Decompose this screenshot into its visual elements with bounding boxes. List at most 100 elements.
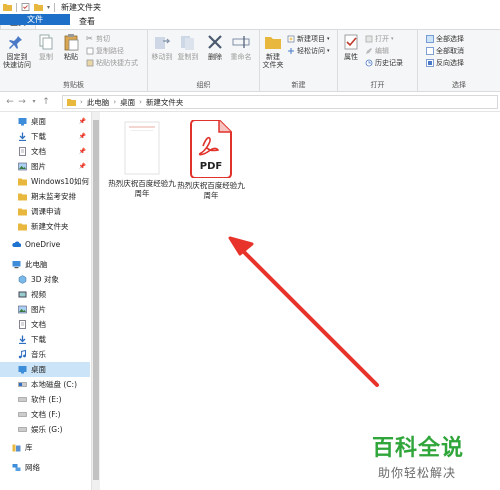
sidebar-item-folder[interactable]: 调课申请 — [0, 204, 90, 219]
properties-button[interactable]: 属性 — [341, 33, 361, 61]
sidebar-item-label: OneDrive — [25, 240, 61, 249]
drive-icon — [18, 412, 27, 417]
pin-icon: 📌 — [78, 148, 86, 155]
chevron-down-icon: ▾ — [327, 36, 330, 42]
sidebar-item-drive-e[interactable]: 软件 (E:) — [0, 392, 90, 407]
sidebar-item-onedrive[interactable]: OneDrive — [0, 237, 90, 252]
address-bar[interactable]: › 此电脑 › 桌面 › 新建文件夹 — [62, 95, 498, 109]
paste-shortcut-button[interactable]: 粘贴快捷方式 — [86, 58, 138, 68]
breadcrumb-new-folder[interactable]: 新建文件夹 — [146, 97, 184, 108]
folder-icon — [3, 4, 12, 11]
sidebar-item-documents-pinned[interactable]: 文档 📌 — [0, 144, 90, 159]
copy-path-button[interactable]: 复制路径 — [86, 46, 124, 56]
sidebar-item-pictures[interactable]: 图片 — [0, 302, 90, 317]
window-title: 新建文件夹 — [61, 2, 102, 12]
sidebar-item-documents[interactable]: 文档 — [0, 317, 90, 332]
recent-locations-icon[interactable]: ▾ — [28, 98, 40, 105]
scrollbar-thumb[interactable] — [93, 120, 99, 480]
breadcrumb-this-pc[interactable]: 此电脑 — [87, 97, 110, 108]
sidebar-item-desktop-pinned[interactable]: 桌面 📌 — [0, 114, 90, 129]
tab-file[interactable]: 文件 — [0, 14, 70, 25]
easy-access-label: 轻松访问 — [297, 47, 325, 55]
sidebar-item-folder[interactable]: 新建文件夹 — [0, 219, 90, 234]
file-item-document[interactable]: 热烈庆祝百度经验九周年 — [107, 120, 177, 199]
organize-group: 移动到 复制到 删除 重命名 组织 — [148, 30, 260, 92]
invert-selection-button[interactable]: 反向选择 — [426, 58, 464, 68]
sidebar-item-label: 桌面 — [31, 117, 46, 126]
download-icon — [19, 335, 26, 344]
edit-button[interactable]: 编辑 — [365, 46, 389, 56]
new-folder-button[interactable]: 新建 文件夹 — [262, 33, 284, 69]
sidebar-item-label: 文档 — [31, 320, 46, 329]
cut-button[interactable]: ✂ 剪切 — [86, 34, 110, 44]
back-arrow-icon[interactable]: ← — [4, 97, 16, 107]
copy-label: 复制 — [39, 53, 53, 61]
pin-quick-access-button[interactable]: 固定到 快速访问 — [3, 33, 31, 69]
sidebar-scrollbar[interactable] — [91, 112, 100, 490]
breadcrumb-separator-icon: › — [139, 98, 142, 106]
sidebar-item-label: Windows10如何 — [31, 177, 90, 186]
paste-shortcut-icon — [86, 59, 94, 67]
drive-icon — [18, 382, 27, 387]
select-all-button[interactable]: 全部选择 — [426, 34, 464, 44]
pictures-icon — [18, 305, 27, 314]
sidebar-item-drive-c[interactable]: 本地磁盘 (C:) — [0, 377, 90, 392]
pin-icon: 📌 — [78, 163, 86, 170]
folder-icon — [67, 99, 76, 106]
easy-access-button[interactable]: 轻松访问 ▾ — [287, 46, 330, 56]
move-to-button[interactable]: 移动到 — [150, 33, 174, 61]
paste-label: 粘贴 — [64, 53, 78, 61]
sidebar-item-3d-objects[interactable]: 3D 对象 — [0, 272, 90, 287]
sidebar-item-drive-g[interactable]: 娱乐 (G:) — [0, 422, 90, 437]
edit-label: 编辑 — [375, 47, 389, 55]
invert-selection-icon — [426, 59, 434, 67]
sidebar-item-label: 库 — [25, 443, 33, 452]
rename-button[interactable]: 重命名 — [228, 33, 254, 61]
sidebar-item-downloads-pinned[interactable]: 下载 📌 — [0, 129, 90, 144]
open-button[interactable]: 打开 ▾ — [365, 34, 394, 44]
properties-icon[interactable] — [21, 3, 30, 11]
file-item-pdf[interactable]: PDF 热烈庆祝百度经验九周年 — [176, 120, 246, 201]
sidebar-item-pictures-pinned[interactable]: 图片 📌 — [0, 159, 90, 174]
sidebar-item-folder[interactable]: Windows10如何 — [0, 174, 90, 189]
sidebar-item-label: 网络 — [25, 463, 40, 472]
watermark-logo: 百科全说 助你轻松解决 — [372, 430, 490, 481]
up-arrow-icon[interactable]: ↑ — [40, 97, 52, 107]
organize-group-label: 组织 — [196, 81, 211, 89]
new-item-button[interactable]: 新建项目 ▾ — [287, 34, 330, 44]
breadcrumb-desktop[interactable]: 桌面 — [120, 97, 135, 108]
sidebar-item-label: 视频 — [31, 290, 46, 299]
sidebar-item-desktop[interactable]: 桌面 — [0, 362, 90, 377]
sidebar-item-videos[interactable]: 视频 — [0, 287, 90, 302]
history-button[interactable]: 历史记录 — [365, 58, 403, 68]
history-icon — [365, 59, 373, 67]
sidebar-item-folder[interactable]: 期末监考安排 — [0, 189, 90, 204]
title-bar: ▾ 新建文件夹 — [0, 0, 500, 14]
computer-icon — [12, 261, 21, 269]
tab-view[interactable]: 查看 — [70, 14, 104, 29]
copy-to-icon — [181, 36, 194, 50]
paste-icon — [64, 34, 79, 51]
select-none-button[interactable]: 全部取消 — [426, 46, 464, 56]
sidebar-item-downloads[interactable]: 下载 — [0, 332, 90, 347]
delete-button[interactable]: 删除 — [204, 33, 226, 61]
folder-icon — [18, 208, 27, 216]
new-group-label: 新建 — [291, 81, 306, 89]
copy-to-button[interactable]: 复制到 — [176, 33, 200, 61]
paste-button[interactable]: 粘贴 — [60, 33, 82, 61]
sidebar-item-this-pc[interactable]: 此电脑 — [0, 257, 90, 272]
copy-path-icon — [86, 47, 94, 55]
clipboard-group: 固定到 快速访问 复制 粘贴 ✂ 剪切 复制路径 粘贴快捷方式 剪贴板 — [0, 30, 148, 92]
new-folder-icon[interactable] — [34, 3, 43, 11]
sidebar-item-label: 文档 (F:) — [31, 410, 61, 419]
sidebar-item-libraries[interactable]: 库 — [0, 440, 90, 455]
edit-icon — [366, 48, 372, 54]
quick-access-dropdown-icon[interactable]: ▾ — [47, 4, 50, 11]
sidebar-item-music[interactable]: 音乐 — [0, 347, 90, 362]
properties-label: 属性 — [344, 53, 358, 61]
copy-button[interactable]: 复制 — [36, 33, 56, 61]
forward-arrow-icon[interactable]: → — [16, 97, 28, 107]
sidebar-item-drive-f[interactable]: 文档 (F:) — [0, 407, 90, 422]
sidebar-item-label: 下载 — [31, 132, 46, 141]
sidebar-item-network[interactable]: 网络 — [0, 460, 90, 475]
